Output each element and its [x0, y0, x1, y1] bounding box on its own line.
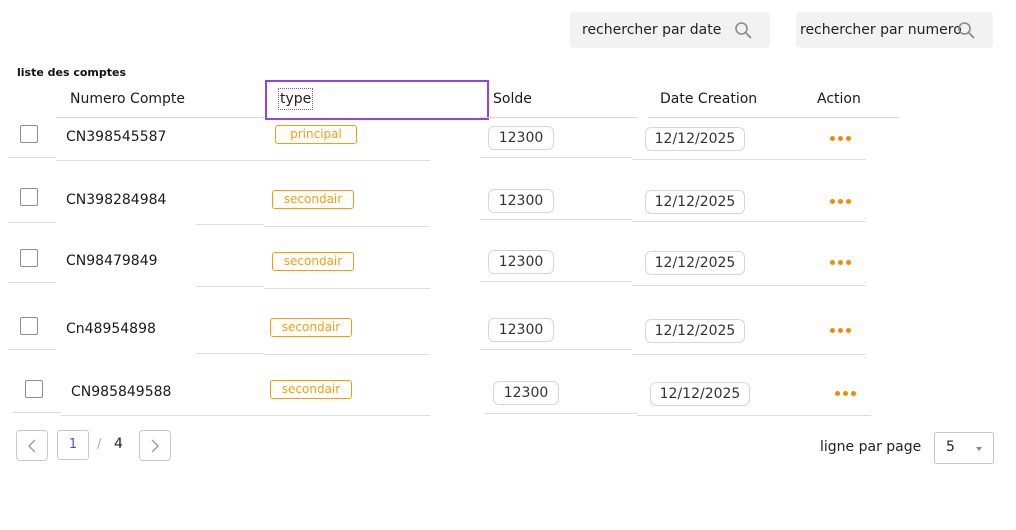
account-number: Cn48954898: [66, 321, 156, 337]
row-divider: [480, 157, 632, 158]
more-dots-icon[interactable]: [830, 260, 851, 265]
row-divider: [61, 415, 430, 416]
prev-page-button[interactable]: [16, 430, 48, 461]
account-number: CN985849588: [71, 384, 172, 400]
more-dots-icon[interactable]: [830, 136, 851, 141]
total-pages: 4: [114, 436, 123, 452]
account-number: CN98479849: [66, 253, 158, 269]
search-by-numero-placeholder: rechercher par numero: [800, 22, 962, 38]
account-creation-date: 12/12/2025: [645, 127, 745, 151]
row-checkbox[interactable]: [20, 249, 38, 267]
header-date-creation[interactable]: Date Creation: [660, 91, 757, 107]
account-creation-date: 12/12/2025: [645, 319, 745, 343]
search-icon[interactable]: [957, 21, 975, 39]
caret-down-icon: [976, 447, 982, 451]
account-balance: 12300: [488, 318, 554, 342]
row-divider: [8, 157, 56, 158]
next-page-button[interactable]: [139, 430, 171, 461]
row-divider: [632, 221, 866, 222]
header-solde[interactable]: Solde: [493, 91, 532, 107]
account-type-tag: secondair: [272, 252, 354, 271]
chevron-left-icon: [28, 439, 36, 452]
chevron-right-icon: [151, 439, 159, 452]
row-divider: [480, 349, 632, 350]
account-balance: 12300: [488, 250, 554, 274]
more-dots-icon[interactable]: [830, 199, 851, 204]
rows-per-page-value: 5: [946, 439, 955, 455]
row-divider: [480, 219, 632, 220]
account-type-tag: secondair: [272, 190, 354, 209]
row-checkbox[interactable]: [20, 188, 38, 206]
header-numero-compte[interactable]: Numero Compte: [70, 91, 185, 107]
row-divider: [485, 413, 637, 414]
list-title: liste des comptes: [17, 66, 127, 79]
account-number: CN398545587: [66, 129, 167, 145]
account-creation-date: 12/12/2025: [650, 382, 750, 406]
row-divider: [637, 415, 871, 416]
row-divider: [264, 354, 430, 355]
row-divider: [8, 282, 56, 283]
row-divider: [196, 353, 264, 354]
current-page-input[interactable]: 1: [57, 430, 89, 460]
header-type[interactable]: type: [278, 88, 314, 110]
rows-per-page-select[interactable]: 5: [934, 432, 994, 464]
row-divider: [480, 281, 632, 282]
account-type-tag: principal: [275, 125, 357, 144]
header-action: Action: [817, 91, 861, 107]
row-checkbox[interactable]: [20, 317, 38, 335]
search-by-date-input[interactable]: rechercher par date: [570, 12, 770, 48]
search-by-date-placeholder: rechercher par date: [582, 22, 722, 38]
account-number: CN398284984: [66, 192, 167, 208]
account-creation-date: 12/12/2025: [645, 251, 745, 275]
row-divider: [196, 286, 264, 287]
account-balance: 12300: [493, 381, 559, 405]
row-divider: [13, 412, 61, 413]
row-divider: [632, 159, 866, 160]
more-dots-icon[interactable]: [835, 391, 856, 396]
row-divider: [264, 226, 430, 227]
row-divider: [8, 349, 56, 350]
header-divider: [480, 117, 638, 118]
account-balance: 12300: [488, 126, 554, 150]
rows-per-page-label: ligne par page: [820, 439, 922, 455]
account-creation-date: 12/12/2025: [645, 190, 745, 214]
page-separator: /: [97, 437, 102, 452]
search-by-numero-input[interactable]: rechercher par numero: [796, 12, 993, 48]
row-divider: [8, 222, 56, 223]
header-divider: [56, 117, 264, 118]
accounts-page: rechercher par date rechercher par numer…: [0, 0, 1016, 530]
header-divider: [648, 117, 900, 118]
row-divider: [56, 160, 430, 161]
search-icon[interactable]: [734, 21, 752, 39]
row-checkbox[interactable]: [25, 380, 43, 398]
more-dots-icon[interactable]: [830, 328, 851, 333]
account-type-tag: secondair: [270, 318, 352, 337]
row-checkbox[interactable]: [20, 125, 38, 143]
row-divider: [196, 224, 264, 225]
row-divider: [632, 285, 866, 286]
row-divider: [632, 354, 866, 355]
account-balance: 12300: [488, 189, 554, 213]
row-divider: [264, 288, 430, 289]
account-type-tag: secondair: [270, 380, 352, 399]
